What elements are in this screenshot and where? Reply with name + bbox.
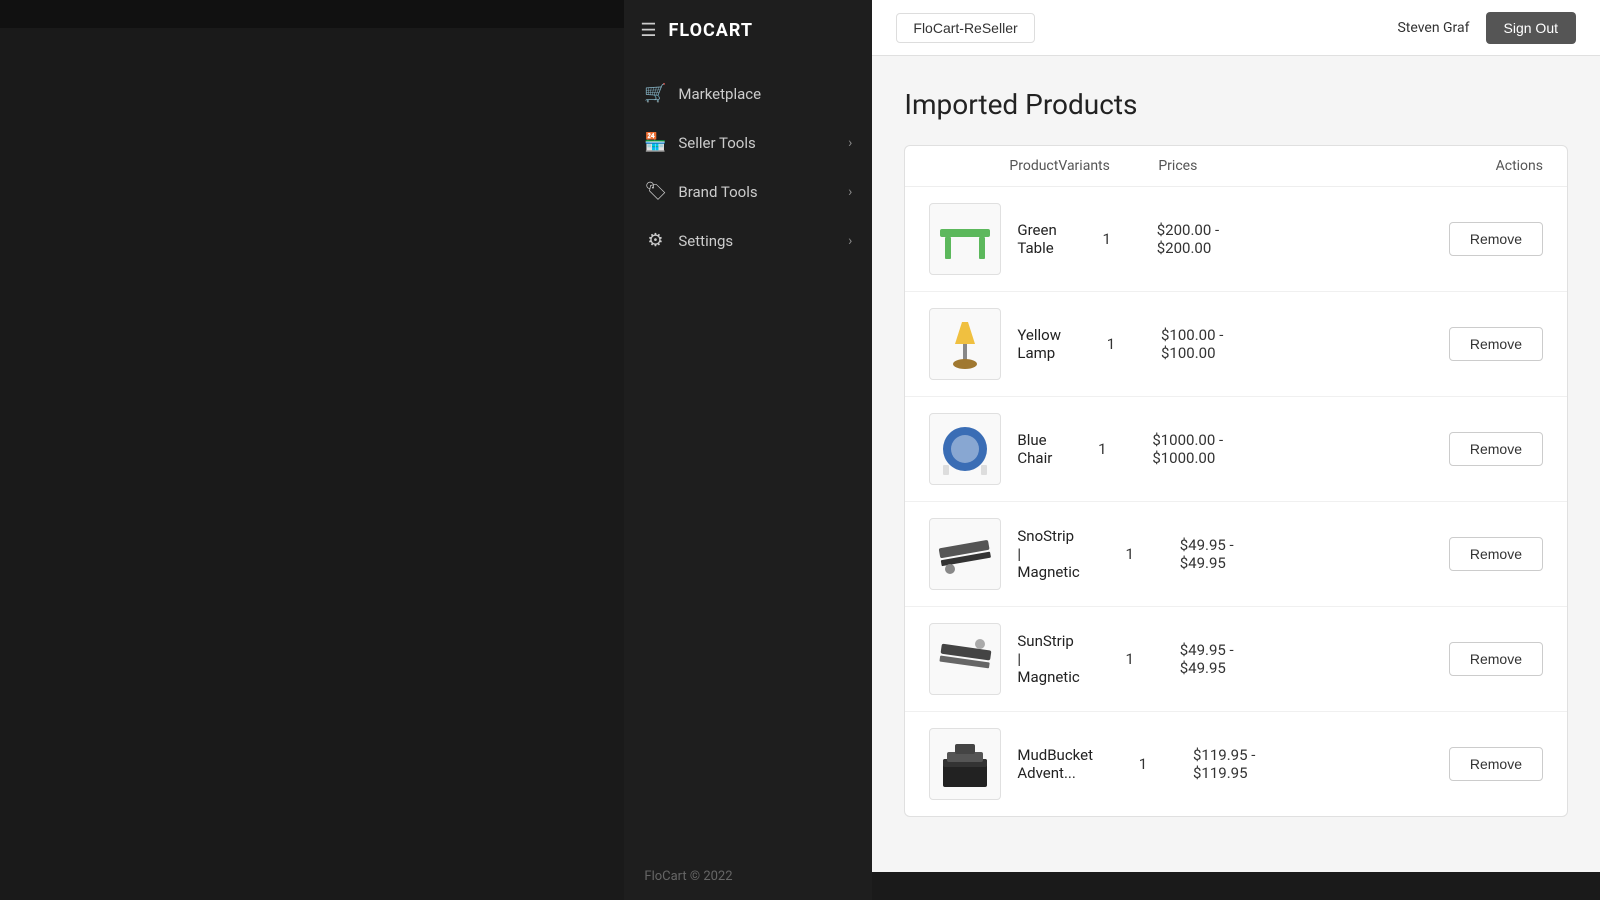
col-header-empty <box>1358 158 1393 174</box>
sidebar-item-brand-tools[interactable]: 🏷 Brand Tools › <box>624 167 872 216</box>
product-name: Blue Chair <box>1009 431 1052 467</box>
col-header-variants: Variants <box>1058 158 1158 174</box>
table-row: MudBucket Advent... 1 $119.95 - $119.95 … <box>905 712 1567 816</box>
product-name: Yellow Lamp <box>1009 326 1061 362</box>
product-variants: 1 <box>1052 440 1152 458</box>
remove-button[interactable]: Remove <box>1449 222 1543 256</box>
hamburger-icon[interactable]: ☰ <box>640 20 656 41</box>
remove-button[interactable]: Remove <box>1449 327 1543 361</box>
brand-tools-chevron: › <box>848 184 852 200</box>
sidebar-footer: FloCart © 2022 <box>624 853 872 900</box>
top-bar: FloCart-ReSeller Steven Graf Sign Out <box>872 0 1600 56</box>
col-header-product: Product <box>1009 158 1058 174</box>
remove-button[interactable]: Remove <box>1449 642 1543 676</box>
col-header-actions: Actions <box>1393 158 1543 174</box>
product-name: SunStrip | Magnetic <box>1009 632 1079 686</box>
product-image <box>929 203 1001 275</box>
marketplace-icon: 🛒 <box>644 83 666 104</box>
brand-tools-icon: 🏷 <box>644 181 666 202</box>
table-row: SnoStrip | Magnetic 1 $49.95 - $49.95 Re… <box>905 502 1567 607</box>
store-tab[interactable]: FloCart-ReSeller <box>896 13 1034 43</box>
sidebar-logo: FLOCART <box>669 20 754 41</box>
product-prices: $100.00 - $100.00 <box>1161 326 1361 362</box>
top-bar-right: Steven Graf Sign Out <box>1397 12 1576 44</box>
main-area: FloCart-ReSeller Steven Graf Sign Out Im… <box>872 0 1600 872</box>
sidebar: ☰ FLOCART 🛒 Marketplace 🏪 Seller Tools ›… <box>624 0 872 900</box>
product-actions: Remove <box>1393 747 1543 781</box>
product-actions: Remove <box>1393 642 1543 676</box>
remove-button[interactable]: Remove <box>1449 537 1543 571</box>
products-table: Product Variants Prices Actions Green Ta… <box>904 145 1568 817</box>
sidebar-item-seller-tools[interactable]: 🏪 Seller Tools › <box>624 118 872 167</box>
col-header-image <box>929 158 1009 174</box>
remove-button[interactable]: Remove <box>1449 747 1543 781</box>
product-prices: $200.00 - $200.00 <box>1157 221 1357 257</box>
product-prices: $49.95 - $49.95 <box>1180 641 1380 677</box>
sidebar-header: ☰ FLOCART <box>624 0 872 61</box>
table-row: Blue Chair 1 $1000.00 - $1000.00 Remove <box>905 397 1567 502</box>
product-name: SnoStrip | Magnetic <box>1009 527 1079 581</box>
product-variants: 1 <box>1080 650 1180 668</box>
product-variants: 1 <box>1093 755 1193 773</box>
sidebar-item-marketplace[interactable]: 🛒 Marketplace <box>624 69 872 118</box>
remove-button[interactable]: Remove <box>1449 432 1543 466</box>
seller-tools-label: Seller Tools <box>678 134 836 152</box>
table-row: Green Table 1 $200.00 - $200.00 Remove <box>905 187 1567 292</box>
product-image <box>929 413 1001 485</box>
brand-tools-label: Brand Tools <box>678 183 836 201</box>
product-prices: $49.95 - $49.95 <box>1180 536 1380 572</box>
sidebar-nav: 🛒 Marketplace 🏪 Seller Tools › 🏷 Brand T… <box>624 61 872 853</box>
sidebar-item-settings[interactable]: ⚙ Settings › <box>624 216 872 265</box>
product-variants: 1 <box>1080 545 1180 563</box>
settings-label: Settings <box>678 232 836 250</box>
table-row: Yellow Lamp 1 $100.00 - $100.00 Remove <box>905 292 1567 397</box>
seller-tools-icon: 🏪 <box>644 132 666 153</box>
page-title: Imported Products <box>904 88 1568 121</box>
product-actions: Remove <box>1393 327 1543 361</box>
product-rows: Green Table 1 $200.00 - $200.00 Remove Y… <box>905 187 1567 816</box>
product-image <box>929 728 1001 800</box>
app-topbar <box>0 0 624 28</box>
product-actions: Remove <box>1393 432 1543 466</box>
settings-icon: ⚙ <box>644 230 666 251</box>
product-variants: 1 <box>1057 230 1157 248</box>
product-image <box>929 308 1001 380</box>
content-area: Imported Products Product Variants Price… <box>872 56 1600 872</box>
product-name: MudBucket Advent... <box>1009 746 1093 782</box>
product-image <box>929 518 1001 590</box>
table-row: SunStrip | Magnetic 1 $49.95 - $49.95 Re… <box>905 607 1567 712</box>
seller-tools-chevron: › <box>848 135 852 151</box>
product-actions: Remove <box>1393 222 1543 256</box>
sign-out-button[interactable]: Sign Out <box>1486 12 1576 44</box>
product-prices: $1000.00 - $1000.00 <box>1152 431 1352 467</box>
user-name: Steven Graf <box>1397 20 1469 36</box>
product-actions: Remove <box>1393 537 1543 571</box>
table-header: Product Variants Prices Actions <box>905 146 1567 187</box>
marketplace-label: Marketplace <box>678 85 852 103</box>
product-variants: 1 <box>1061 335 1161 353</box>
settings-chevron: › <box>848 233 852 249</box>
col-header-prices: Prices <box>1158 158 1358 174</box>
product-prices: $119.95 - $119.95 <box>1193 746 1393 782</box>
product-image <box>929 623 1001 695</box>
product-name: Green Table <box>1009 221 1056 257</box>
